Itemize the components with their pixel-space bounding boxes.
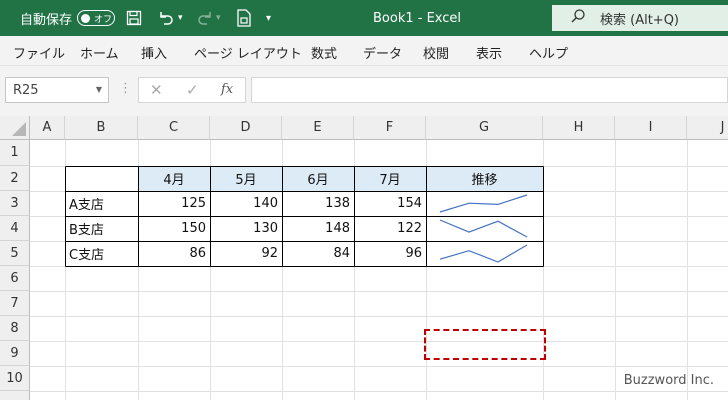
worksheet-grid[interactable]: A B C D E F G H I J 1 2 3 4 5 6 7 8 9 10… xyxy=(0,116,728,400)
autosave-label: 自動保存 xyxy=(20,12,73,28)
redo-dropdown-icon[interactable]: ▾ xyxy=(216,0,221,36)
tab-help[interactable]: ヘルプ xyxy=(529,43,568,62)
sparkline-3 xyxy=(439,244,528,263)
name-box[interactable]: R25 ▼ xyxy=(5,77,109,103)
tab-insert[interactable]: 挿入 xyxy=(141,43,167,62)
tab-review[interactable]: 校閲 xyxy=(423,43,449,62)
watermark: Buzzword Inc. xyxy=(623,373,714,388)
tab-formulas[interactable]: 数式 xyxy=(311,43,337,62)
chevron-down-icon[interactable]: ▼ xyxy=(96,85,102,94)
autosave-toggle[interactable]: オフ xyxy=(77,10,115,26)
cancel-icon[interactable]: ✕ xyxy=(150,81,163,99)
save-icon[interactable] xyxy=(126,0,142,36)
sparkline-2 xyxy=(439,219,528,238)
document-title: Book1 - Excel xyxy=(373,10,462,26)
search-placeholder: 検索 (Alt+Q) xyxy=(600,12,680,28)
formula-tools: ✕ ✓ fx xyxy=(138,77,246,103)
tab-view[interactable]: 表示 xyxy=(476,43,502,62)
tab-home[interactable]: ホーム xyxy=(80,43,119,62)
name-box-value: R25 xyxy=(13,82,39,98)
ribbon-tabs: ファイル ホーム 挿入 ページ レイアウト 数式 データ 校閲 表示 ヘルプ xyxy=(0,36,728,66)
customize-qat-icon[interactable]: ▾ xyxy=(266,0,271,36)
formula-bar: R25 ▼ ⋮ ✕ ✓ fx xyxy=(0,66,728,116)
search-box[interactable]: 検索 (Alt+Q) xyxy=(552,5,728,31)
undo-dropdown-icon[interactable]: ▾ xyxy=(178,0,183,36)
enter-icon[interactable]: ✓ xyxy=(186,81,199,99)
highlight-box xyxy=(424,329,546,360)
search-icon xyxy=(570,8,586,28)
undo-icon[interactable] xyxy=(157,0,175,36)
tab-page-layout[interactable]: ページ レイアウト xyxy=(194,43,302,62)
title-bar: 自動保存 オフ ▾ ▾ ▾ Book1 - Excel 検索 (Alt+Q) xyxy=(0,0,728,36)
tab-data[interactable]: データ xyxy=(363,43,402,62)
tab-file[interactable]: ファイル xyxy=(13,43,65,62)
toggle-knob xyxy=(81,13,90,23)
more-options-icon[interactable]: ⋮ xyxy=(119,81,132,96)
table-overlay xyxy=(65,166,544,267)
insert-function-icon[interactable]: fx xyxy=(221,82,233,97)
autosave-state: オフ xyxy=(94,14,113,25)
formula-input[interactable] xyxy=(251,77,728,103)
sparkline-1 xyxy=(439,194,528,213)
document-icon[interactable] xyxy=(236,0,252,36)
redo-icon[interactable] xyxy=(196,0,214,36)
